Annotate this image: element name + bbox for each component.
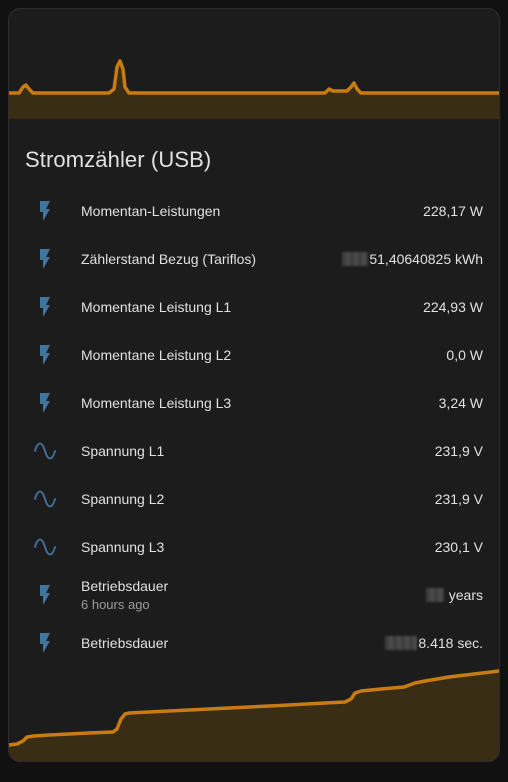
entity-row-leistung-l1[interactable]: Momentane Leistung L1 224,93 W — [9, 283, 499, 331]
sine-wave-icon — [33, 439, 57, 463]
flash-icon — [33, 631, 57, 655]
entity-row-leistung-l2[interactable]: Momentane Leistung L2 0,0 W — [9, 331, 499, 379]
entity-value: 231,9 V — [434, 443, 483, 459]
entity-label: Betriebsdauer — [81, 635, 169, 651]
sensor-card: Stromzähler (USB) Momentan-Leistungen 22… — [8, 8, 500, 762]
entity-value-wrapper: 8.418 sec. — [385, 635, 483, 651]
entity-row-spannung-l2[interactable]: Spannung L2 231,9 V — [9, 475, 499, 523]
entity-list: Momentan-Leistungen 228,17 W Zählerstand… — [9, 187, 499, 667]
entity-value: 228,17 W — [423, 203, 483, 219]
entity-value-wrapper: years — [425, 587, 483, 603]
entity-row-zaehlerstand-bezug[interactable]: Zählerstand Bezug (Tariflos) 51,40640825… — [9, 235, 499, 283]
entity-label: Spannung L1 — [81, 443, 165, 459]
entity-secondary-info: 6 hours ago — [81, 597, 150, 612]
entity-label: Momentane Leistung L3 — [81, 395, 232, 411]
entity-value: 230,1 V — [434, 539, 483, 555]
flash-icon — [33, 343, 57, 367]
entity-label: Momentan-Leistungen — [81, 203, 221, 219]
entity-row-betriebsdauer-seconds[interactable]: Betriebsdauer 8.418 sec. — [9, 619, 499, 667]
entity-value: 3,24 W — [438, 395, 483, 411]
entity-value: 0,0 W — [446, 347, 483, 363]
redacted-block — [425, 588, 444, 602]
entity-value: 8.418 sec. — [418, 635, 483, 651]
sine-wave-icon — [33, 535, 57, 559]
entity-label: Momentane Leistung L1 — [81, 299, 232, 315]
entity-row-momentan-leistungen[interactable]: Momentan-Leistungen 228,17 W — [9, 187, 499, 235]
entity-row-spannung-l1[interactable]: Spannung L1 231,9 V — [9, 427, 499, 475]
entity-row-spannung-l3[interactable]: Spannung L3 230,1 V — [9, 523, 499, 571]
entity-label: Zählerstand Bezug (Tariflos) — [81, 251, 257, 267]
power-history-graph[interactable] — [9, 9, 499, 119]
sine-wave-icon — [33, 487, 57, 511]
redacted-block — [342, 252, 369, 266]
flash-icon — [33, 247, 57, 271]
entity-label-wrapper: Betriebsdauer 6 hours ago — [81, 578, 168, 612]
flash-icon — [33, 295, 57, 319]
entity-label: Spannung L2 — [81, 491, 165, 507]
entity-row-betriebsdauer-years[interactable]: Betriebsdauer 6 hours ago years — [9, 571, 499, 619]
entity-value: 224,93 W — [423, 299, 483, 315]
flash-icon — [33, 199, 57, 223]
entity-label: Spannung L3 — [81, 539, 165, 555]
entity-value-wrapper: 51,40640825 kWh — [342, 251, 483, 267]
entity-value: 231,9 V — [434, 491, 483, 507]
entity-value: 51,40640825 kWh — [369, 251, 483, 267]
entity-value: years — [448, 587, 483, 603]
flash-icon — [33, 391, 57, 415]
redacted-block — [385, 636, 418, 650]
entity-label: Betriebsdauer — [81, 578, 169, 594]
card-title: Stromzähler (USB) — [25, 147, 212, 172]
entity-row-leistung-l3[interactable]: Momentane Leistung L3 3,24 W — [9, 379, 499, 427]
entity-label: Momentane Leistung L2 — [81, 347, 232, 363]
energy-history-graph[interactable] — [9, 661, 499, 761]
flash-icon — [33, 583, 57, 607]
